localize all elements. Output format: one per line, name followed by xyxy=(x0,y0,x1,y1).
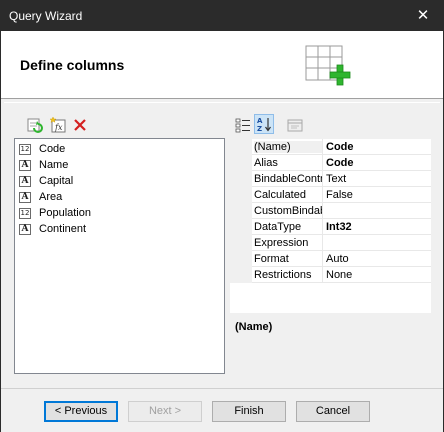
property-name: Restrictions xyxy=(254,269,312,281)
delete-icon[interactable] xyxy=(70,115,90,135)
column-divider xyxy=(322,203,323,219)
column-name: Name xyxy=(39,159,69,171)
property-row[interactable]: Restrictions None xyxy=(252,267,431,283)
property-pages-icon[interactable] xyxy=(285,115,305,135)
column-name: Continent xyxy=(39,223,87,235)
property-name: Calculated xyxy=(254,189,306,201)
list-item[interactable]: A Capital xyxy=(19,173,73,189)
description-title: (Name) xyxy=(235,321,273,333)
svg-text:A: A xyxy=(257,117,263,125)
column-divider xyxy=(322,187,323,203)
numeric-type-icon: 12 xyxy=(19,143,31,155)
refresh-icon[interactable] xyxy=(24,115,44,135)
property-row[interactable]: CustomBindab xyxy=(252,203,431,219)
column-divider xyxy=(322,267,323,283)
columns-list[interactable]: 12 Code A Name A Capital A Area 12 Popul… xyxy=(14,138,225,374)
column-name: Capital xyxy=(39,175,74,187)
property-name: Expression xyxy=(254,237,309,249)
finish-button[interactable]: Finish xyxy=(212,401,286,422)
property-row[interactable]: Alias Code xyxy=(252,155,431,171)
property-name: (Name) xyxy=(254,141,322,153)
table-add-icon xyxy=(305,45,351,86)
list-item[interactable]: 12 Population xyxy=(19,205,91,221)
property-name: Alias xyxy=(254,157,278,169)
property-description: (Name) xyxy=(230,313,431,373)
column-name: Population xyxy=(39,207,91,219)
list-item[interactable]: 12 Code xyxy=(19,141,65,157)
next-button[interactable]: Next > xyxy=(128,401,202,422)
property-name: BindableContr xyxy=(254,173,322,185)
property-value[interactable]: Auto xyxy=(326,253,430,265)
page-title: Define columns xyxy=(20,57,125,73)
column-divider xyxy=(322,171,323,187)
text-type-icon: A xyxy=(19,191,31,203)
previous-button[interactable]: < Previous xyxy=(44,401,118,422)
column-divider xyxy=(322,251,323,267)
property-row[interactable]: Calculated False xyxy=(252,187,431,203)
property-name: DataType xyxy=(254,221,302,233)
property-value[interactable]: Code xyxy=(326,141,430,153)
column-divider xyxy=(322,139,323,155)
list-item[interactable]: A Continent xyxy=(19,221,86,237)
property-grid[interactable]: (Name) Code Alias Code BindableContr Tex… xyxy=(230,139,431,313)
text-type-icon: A xyxy=(19,175,31,187)
window-title: Query Wizard xyxy=(9,9,83,23)
cancel-button[interactable]: Cancel xyxy=(296,401,370,422)
column-divider xyxy=(322,155,323,171)
property-row[interactable]: Expression xyxy=(252,235,431,251)
new-expression-icon[interactable]: fx xyxy=(48,115,68,135)
property-value[interactable]: False xyxy=(326,189,430,201)
property-name: Format xyxy=(254,253,289,265)
svg-text:Z: Z xyxy=(257,125,262,132)
property-grid-gutter xyxy=(230,139,252,283)
list-item[interactable]: A Name xyxy=(19,157,68,173)
property-value[interactable]: None xyxy=(326,269,430,281)
property-name: CustomBindab xyxy=(254,205,322,217)
numeric-type-icon: 12 xyxy=(19,207,31,219)
wizard-footer: < Previous Next > Finish Cancel xyxy=(1,388,443,432)
alphabetical-icon[interactable]: A Z xyxy=(254,114,274,134)
column-name: Area xyxy=(39,191,63,203)
close-icon[interactable]: ✕ xyxy=(403,1,443,31)
property-value[interactable]: Text xyxy=(326,173,430,185)
property-value[interactable]: Int32 xyxy=(326,221,430,233)
column-divider xyxy=(322,235,323,251)
property-value[interactable]: Code xyxy=(326,157,430,169)
list-item[interactable]: A Area xyxy=(19,189,62,205)
svg-text:fx: fx xyxy=(54,123,63,132)
text-type-icon: A xyxy=(19,159,31,171)
property-row[interactable]: (Name) Code xyxy=(252,139,431,155)
categorized-icon[interactable] xyxy=(233,115,253,135)
column-name: Code xyxy=(39,143,66,155)
text-type-icon: A xyxy=(19,223,31,235)
property-row[interactable]: DataType Int32 xyxy=(252,219,431,235)
wizard-header: Define columns xyxy=(1,31,443,99)
property-row[interactable]: Format Auto xyxy=(252,251,431,267)
property-row[interactable]: BindableContr Text xyxy=(252,171,431,187)
query-wizard-window: Query Wizard ✕ Define columns fx 12 Code… xyxy=(0,0,444,432)
column-divider xyxy=(322,219,323,235)
title-bar: Query Wizard ✕ xyxy=(1,1,443,31)
